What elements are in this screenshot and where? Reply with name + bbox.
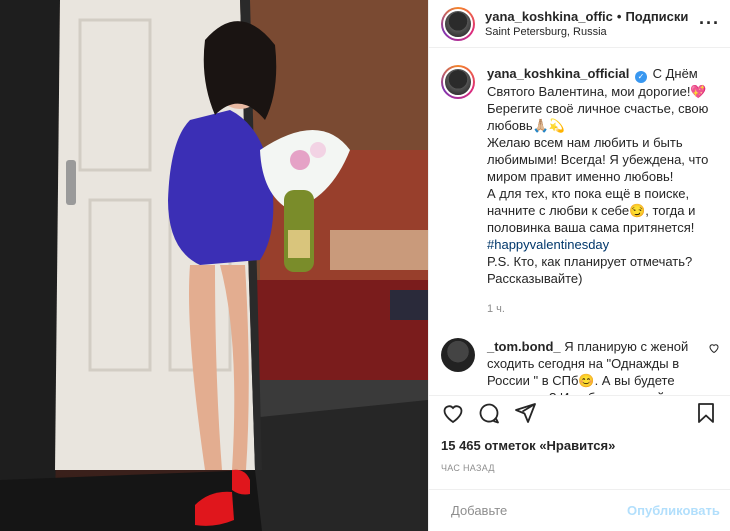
- caption-time: 1 ч.: [487, 303, 505, 315]
- author-avatar[interactable]: [441, 6, 475, 41]
- likes-number: 15 465 отметок: [441, 438, 536, 453]
- comment-item: _tom.bond_ Я планирую с женой сходить се…: [441, 338, 720, 395]
- post-time: ЧАС НАЗАД: [441, 463, 495, 473]
- commenter-avatar[interactable]: [441, 338, 475, 372]
- more-icon[interactable]: ···: [699, 13, 720, 34]
- caption-username[interactable]: yana_koshkina_official: [487, 66, 629, 81]
- caption-line-4: А для тех, кто пока ещё в поиске, начнит…: [487, 186, 696, 235]
- comment-like-icon[interactable]: [708, 342, 720, 354]
- instagram-post-view: yana_koshkina_offic • Подписки Saint Pet…: [0, 0, 730, 531]
- caption-line-2: Берегите своё личное счастье, свою любов…: [487, 101, 709, 133]
- post-photo[interactable]: [0, 0, 428, 531]
- comment-input[interactable]: [451, 503, 627, 518]
- location-link[interactable]: Saint Petersburg, Russia: [485, 26, 693, 38]
- caption-ps: P.S. Кто, как планирует отмечать? Расска…: [487, 254, 693, 286]
- post-photo-illustration: [0, 0, 428, 531]
- follow-button[interactable]: Подписки: [625, 9, 688, 24]
- author-info: yana_koshkina_offic • Подписки Saint Pet…: [485, 9, 693, 38]
- bookmark-icon[interactable]: [694, 401, 718, 425]
- comments-panel[interactable]: yana_koshkina_official ✓ С Днём Святого …: [429, 49, 730, 395]
- publish-button[interactable]: Опубликовать: [627, 503, 720, 518]
- post-header: yana_koshkina_offic • Подписки Saint Pet…: [429, 0, 730, 48]
- author-username[interactable]: yana_koshkina_offic: [485, 9, 613, 24]
- separator-dot: •: [616, 9, 622, 24]
- add-comment-bar: Опубликовать: [429, 489, 730, 531]
- action-bar: [429, 395, 730, 429]
- caption-author-avatar[interactable]: [441, 65, 475, 99]
- hashtag-link[interactable]: #happyvalentinesday: [487, 237, 609, 252]
- commenter-username[interactable]: _tom.bond_: [487, 339, 561, 354]
- post-caption: yana_koshkina_official ✓ С Днём Святого …: [441, 65, 720, 318]
- post-sidebar: yana_koshkina_offic • Подписки Saint Pet…: [428, 0, 730, 531]
- likes-count[interactable]: 15 465 отметок «Нравится»: [441, 438, 615, 453]
- share-icon[interactable]: [513, 401, 537, 425]
- comment-icon[interactable]: [477, 401, 501, 425]
- likes-label: «Нравится»: [539, 438, 616, 453]
- heart-icon[interactable]: [441, 401, 465, 425]
- caption-line-3: Желаю всем нам любить и быть любимыми! В…: [487, 135, 709, 184]
- verified-badge-icon: ✓: [634, 71, 647, 83]
